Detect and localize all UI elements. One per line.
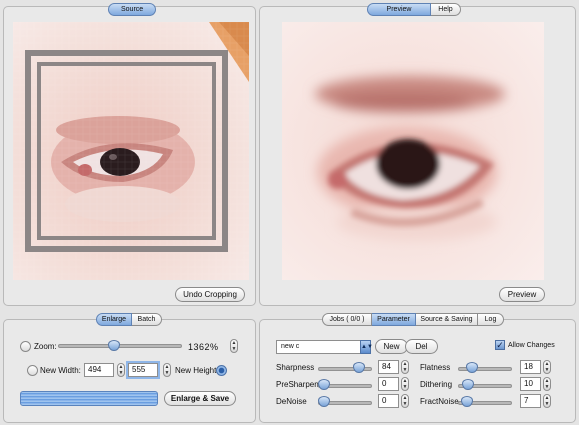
preset-select[interactable]: new c ▲▼ <box>276 340 373 354</box>
preset-value: new c <box>281 343 300 350</box>
source-image[interactable] <box>13 22 249 280</box>
tab-help[interactable]: Help <box>431 3 461 16</box>
new-preset-button[interactable]: New <box>375 339 408 354</box>
preview-tabbar: Preview Help <box>367 3 461 16</box>
flatness-stepper[interactable]: ▲ ▼ <box>543 360 551 374</box>
new-height-field[interactable]: 555 <box>126 361 160 379</box>
progress-bar <box>20 391 158 406</box>
zoom-stepper[interactable]: ▲ ▼ <box>230 339 238 353</box>
sharpness-field[interactable]: 84 <box>378 360 399 374</box>
delete-preset-button[interactable]: Del <box>405 339 438 354</box>
allow-changes-checkbox[interactable]: ✓ <box>495 340 505 350</box>
dithering-field[interactable]: 10 <box>520 377 541 391</box>
undo-cropping-button[interactable]: Undo Cropping <box>175 287 245 302</box>
enlarge-save-button[interactable]: Enlarge & Save <box>164 391 236 406</box>
parameter-tabbar: Jobs ( 0/0 ) Parameter Source & Saving L… <box>322 313 504 326</box>
new-width-label: New Width: <box>40 366 81 375</box>
presharpen-field[interactable]: 0 <box>378 377 399 391</box>
chevron-down-icon: ▲▼ <box>360 340 373 354</box>
tab-preview[interactable]: Preview <box>367 3 431 16</box>
zoom-value: 1362% <box>188 342 219 352</box>
sharpness-stepper[interactable]: ▲ ▼ <box>401 360 409 374</box>
tab-parameter[interactable]: Parameter <box>372 313 416 326</box>
denoise-field[interactable]: 0 <box>378 394 399 408</box>
fractnoise-stepper[interactable]: ▲ ▼ <box>543 394 551 408</box>
tab-jobs[interactable]: Jobs ( 0/0 ) <box>322 313 372 326</box>
new-width-stepper[interactable]: ▲ ▼ <box>117 363 125 377</box>
zoom-slider-track[interactable] <box>58 344 182 348</box>
presharpen-label: PreSharpen <box>276 380 319 389</box>
sharpness-label: Sharpness <box>276 363 315 372</box>
zoom-radio[interactable] <box>20 341 31 352</box>
preview-image-graphic <box>282 22 544 280</box>
enlarge-tabbar: Enlarge Batch <box>96 313 162 326</box>
tab-log[interactable]: Log <box>478 313 504 326</box>
presharpen-stepper[interactable]: ▲ ▼ <box>401 377 409 391</box>
fractnoise-label: FractNoise <box>420 397 459 406</box>
new-height-label: New Height <box>175 366 217 375</box>
preview-button[interactable]: Preview <box>499 287 545 302</box>
flatness-label: Flatness <box>420 363 451 372</box>
tab-source[interactable]: Source <box>108 3 157 16</box>
new-height-radio[interactable] <box>216 365 227 376</box>
flatness-slider-knob[interactable] <box>465 362 478 373</box>
denoise-label: DeNoise <box>276 397 307 406</box>
preview-image <box>282 22 544 280</box>
source-tabbar: Source <box>108 3 157 16</box>
allow-changes-label: Allow Changes <box>508 342 555 349</box>
tab-source-saving[interactable]: Source & Saving <box>416 313 478 326</box>
new-width-field[interactable]: 494 <box>84 363 114 377</box>
fractnoise-field[interactable]: 7 <box>520 394 541 408</box>
tab-batch[interactable]: Batch <box>132 313 162 326</box>
dithering-stepper[interactable]: ▲ ▼ <box>543 377 551 391</box>
denoise-stepper[interactable]: ▲ ▼ <box>401 394 409 408</box>
source-image-graphic <box>13 22 249 280</box>
dithering-label: Dithering <box>420 380 453 389</box>
zoom-label: Zoom: <box>34 342 57 351</box>
new-height-stepper[interactable]: ▲ ▼ <box>163 363 171 377</box>
tab-enlarge[interactable]: Enlarge <box>96 313 132 326</box>
new-width-radio[interactable] <box>27 365 38 376</box>
flatness-field[interactable]: 18 <box>520 360 541 374</box>
